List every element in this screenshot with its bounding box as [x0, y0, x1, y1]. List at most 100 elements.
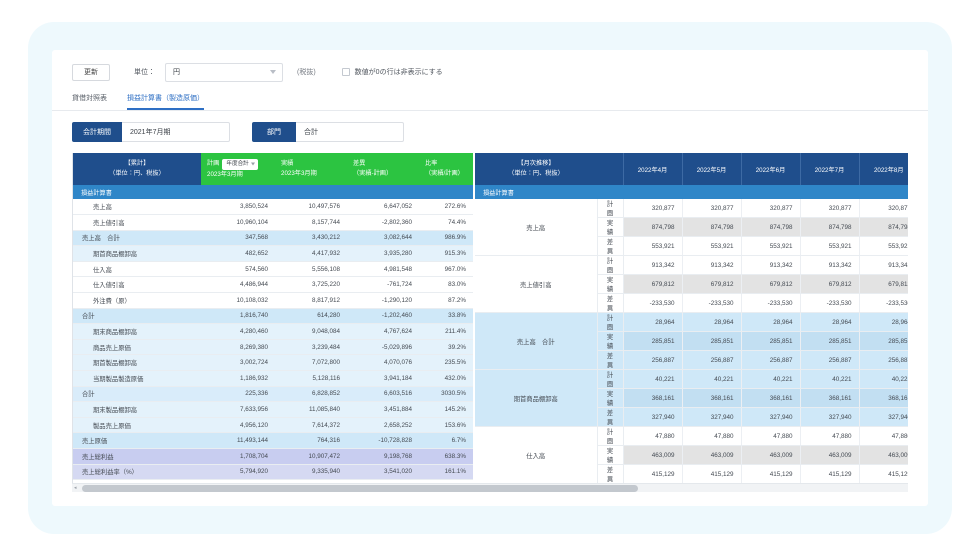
row-label: 仕入高 — [73, 261, 201, 278]
table-row[interactable]: 仕入高計画47,88047,88047,88047,88047,880 — [475, 426, 908, 483]
table-row[interactable]: 売上高計画320,877320,877320,877320,877320,877 — [475, 199, 908, 256]
column-plan-label: 計画 — [207, 159, 220, 167]
cell-month-actual: 463,009 — [681, 445, 741, 465]
row-label: 期首製品棚卸高 — [73, 354, 201, 372]
table-row[interactable]: 売上総利益 1,708,704 10,907,472 9,198,768 638.3% — [73, 448, 473, 465]
cell-actual: 5,128,116 — [275, 370, 347, 387]
tab-balance-sheet[interactable]: 貸借対照表 — [72, 93, 107, 110]
section-blank — [741, 185, 800, 199]
cell-diff: 6,647,052 — [347, 199, 419, 216]
row-label: 製品売上原価 — [73, 417, 201, 434]
cell-month-diff: 327,940 — [740, 407, 800, 427]
cell-month-diff: 415,129 — [622, 464, 682, 483]
table-row[interactable]: 仕入高 574,560 5,556,108 4,981,548 967.0% — [73, 261, 473, 278]
cell-actual: 10,907,472 — [275, 448, 347, 465]
cell-month-plan: 320,877 — [799, 199, 859, 218]
table-row[interactable]: 期首商品棚卸高計画40,22140,22140,22140,22140,221 — [475, 369, 908, 427]
cell-diff: 9,198,768 — [347, 448, 419, 465]
scrollbar-thumb[interactable] — [82, 485, 638, 492]
month-header: 2022年6月 — [740, 153, 800, 185]
table-row[interactable]: 合計 225,336 6,828,852 6,603,516 3030.5% — [73, 386, 473, 403]
cell-plan: 1,186,932 — [201, 370, 275, 387]
section-blank — [347, 185, 419, 199]
table-row[interactable]: 製品売上原価 4,956,120 7,614,372 2,658,252 153.6% — [73, 417, 473, 434]
row-group-label: 売上高 合計 — [475, 312, 598, 370]
cell-month-actual: 679,812 — [799, 274, 859, 294]
horizontal-scrollbar[interactable]: ◂ — [72, 483, 908, 492]
table-row[interactable]: 仕入値引高 4,486,944 3,725,220 -761,724 83.0% — [73, 276, 473, 294]
column-diff: 差異 （実績-計画） — [347, 153, 419, 185]
column-diff-label: 差異 — [353, 160, 366, 168]
section-blank — [597, 185, 623, 199]
cell-month-plan: 47,880 — [622, 426, 682, 446]
plan-scope-select[interactable]: 年度合計 — [222, 158, 258, 170]
unit-select[interactable]: 円 — [165, 62, 283, 82]
row-subtype-plan: 計画 — [597, 426, 624, 446]
filter-department-select[interactable]: 合計 — [296, 122, 404, 142]
monthly-title-line2: （単位：円、税抜） — [508, 170, 564, 177]
row-label: 期首商品棚卸高 — [73, 245, 201, 262]
cell-month-diff: 327,940 — [858, 407, 908, 427]
column-actual-label: 実績 — [281, 160, 294, 168]
cell-actual: 614,280 — [275, 308, 347, 325]
row-subtype-plan: 計画 — [597, 255, 624, 275]
app-content: 更新 単位： 円 (税抜) 数値が0の行は非表示にする 貸借対照表 損益計算書（… — [52, 50, 928, 506]
table-row[interactable]: 売上高 合計計画28,96428,96428,96428,96428,964 — [475, 312, 908, 370]
row-subtype-diff: 差異 — [597, 236, 624, 256]
cell-actual: 3,430,212 — [275, 230, 347, 247]
cell-month-plan: 28,964 — [681, 312, 741, 332]
hide-zero-rows-checkbox[interactable]: 数値が0の行は非表示にする — [341, 67, 443, 77]
cell-month-actual: 874,798 — [740, 217, 800, 237]
table-row[interactable]: 売上原価 11,493,144 764,316 -10,728,828 6.7% — [73, 432, 473, 449]
filter-department: 部門 合計 — [252, 122, 404, 142]
table-row[interactable]: 期首製品棚卸高 3,002,724 7,072,800 4,070,076 235.5% — [73, 354, 473, 372]
cell-diff: 3,941,184 — [347, 370, 419, 387]
month-header: 2022年5月 — [681, 153, 741, 185]
table-row[interactable]: 売上値引高 計画 913,342 913,342 913,342 913,342 913,3… — [475, 255, 908, 313]
row-subtype-diff: 差異 — [597, 407, 624, 427]
cell-month-actual: 463,009 — [622, 445, 682, 465]
cell-month-actual: 679,812 — [740, 274, 800, 294]
table-row[interactable]: 期首商品棚卸高 482,652 4,417,932 3,935,280 915.3% — [73, 245, 473, 262]
cell-ratio: 915.3% — [419, 245, 473, 262]
table-row[interactable]: 期末商品棚卸高 4,280,460 9,048,084 4,767,624 211.4% — [73, 323, 473, 340]
cell-month-diff: 415,129 — [858, 464, 908, 483]
filter-department-value: 合計 — [304, 129, 318, 136]
cell-month-diff: 553,921 — [799, 236, 859, 256]
section-blank — [800, 185, 859, 199]
table-row[interactable]: 売上高 合計 347,568 3,430,212 3,082,644 986.9% — [73, 230, 473, 247]
table-row[interactable]: 期末製品棚卸高 7,633,956 11,085,840 3,451,884 145.2… — [73, 401, 473, 418]
table-row[interactable]: 商品売上原価 8,269,380 3,239,484 -5,029,896 39.2% — [73, 339, 473, 356]
filter-department-label: 部門 — [252, 122, 296, 142]
row-subtype-plan: 計画 — [597, 312, 624, 332]
cell-actual: 9,335,940 — [275, 464, 347, 481]
table-row[interactable]: 合計 1,816,740 614,280 -1,202,460 33.8% — [73, 308, 473, 325]
cell-month-plan: 913,342 — [799, 255, 859, 275]
checkbox-box-icon — [341, 68, 350, 76]
row-subtype-actual: 実績 — [597, 388, 624, 408]
update-button[interactable]: 更新 — [72, 63, 110, 81]
cell-plan: 1,816,740 — [201, 308, 275, 325]
cell-month-diff: 327,940 — [622, 407, 682, 427]
cell-plan: 3,850,524 — [201, 199, 275, 216]
row-subtype-actual: 実績 — [597, 331, 624, 351]
scroll-left-arrow-icon[interactable]: ◂ — [74, 486, 77, 491]
table-row[interactable]: 売上値引高 10,960,104 8,157,744 -2,802,360 74.4% — [73, 214, 473, 231]
table-row[interactable]: 売上総利益率（%） 5,794,920 9,335,940 3,541,020 161.… — [73, 464, 473, 481]
cell-month-diff: 256,887 — [740, 350, 800, 370]
cell-ratio: 33.8% — [419, 308, 473, 325]
section-blank — [859, 185, 908, 199]
cell-diff: -10,728,828 — [347, 432, 419, 449]
chevron-down-icon — [270, 70, 276, 74]
tab-income-statement[interactable]: 損益計算書（製造原価） — [127, 93, 204, 110]
row-group-label: 売上高 — [475, 199, 598, 256]
unit-label: 単位： — [134, 69, 155, 76]
table-row[interactable]: 当期製品製造原価 1,186,932 5,128,116 3,941,184 432.0… — [73, 370, 473, 387]
table-row[interactable]: 売上高 3,850,524 10,497,576 6,647,052 272.6% — [73, 199, 473, 216]
table-row[interactable]: 外注費（原） 10,108,032 8,817,912 -1,290,120 87.2% — [73, 292, 473, 309]
tax-note: (税抜) — [297, 69, 316, 76]
cell-plan: 4,486,944 — [201, 276, 275, 294]
cell-actual: 5,556,108 — [275, 261, 347, 278]
column-actual-period: 2023年3月期 — [281, 170, 317, 177]
filter-accounting-period-select[interactable]: 2021年7月期 — [122, 122, 230, 142]
